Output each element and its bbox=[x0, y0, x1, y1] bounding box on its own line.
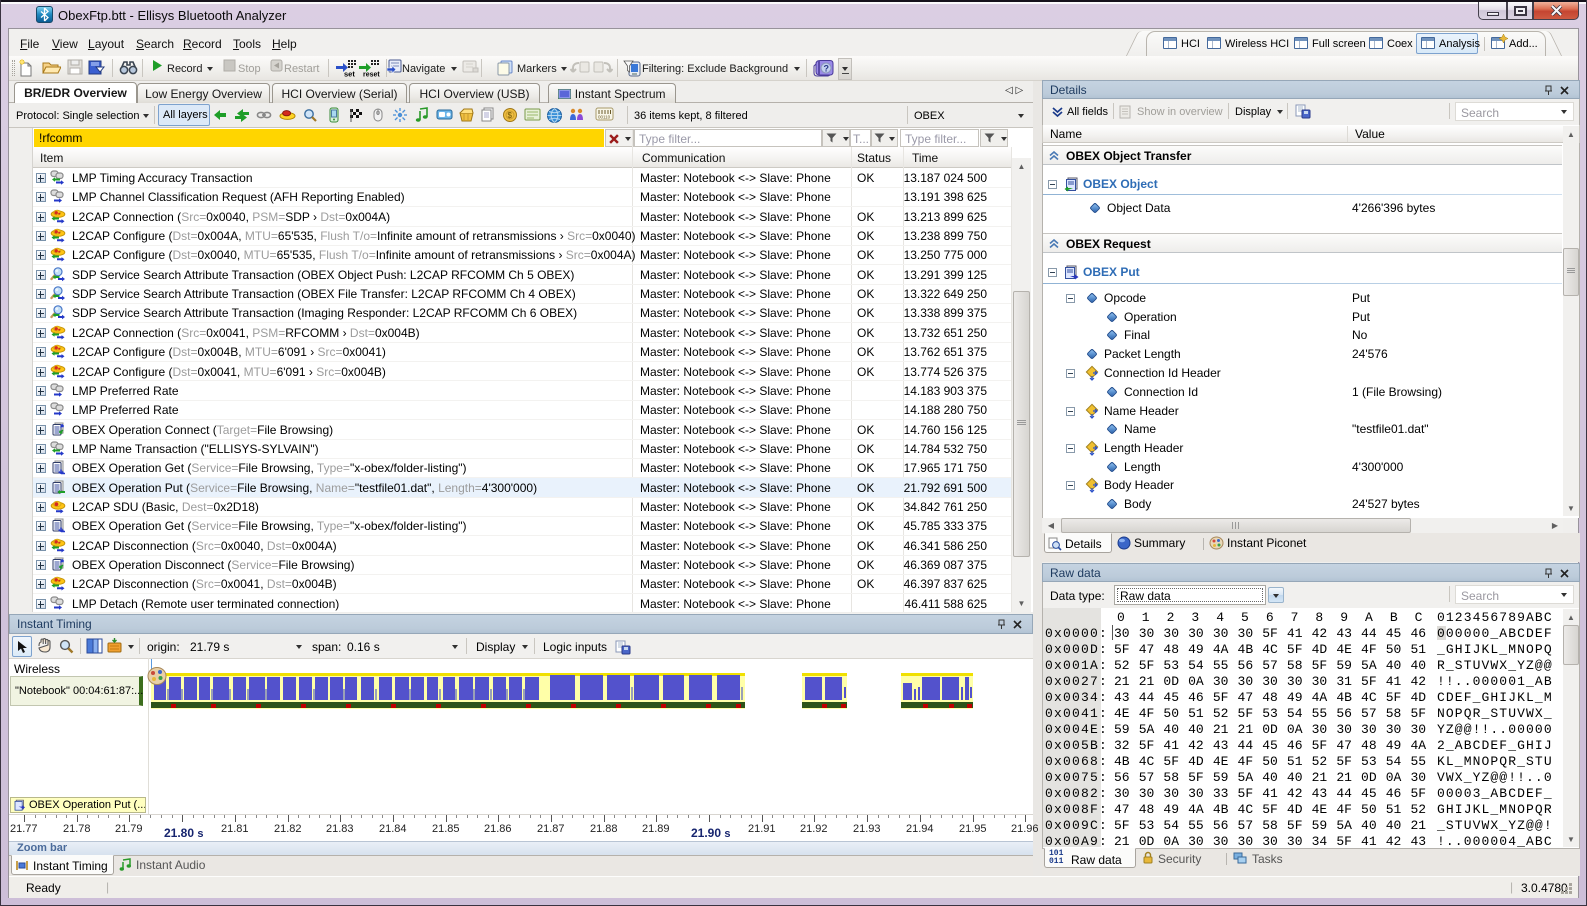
svg-text:?: ? bbox=[824, 64, 830, 74]
svg-text:set: set bbox=[344, 70, 355, 78]
svg-text:00110: 00110 bbox=[598, 115, 611, 120]
svg-text:reset: reset bbox=[363, 72, 380, 78]
svg-text:$: $ bbox=[508, 111, 513, 120]
